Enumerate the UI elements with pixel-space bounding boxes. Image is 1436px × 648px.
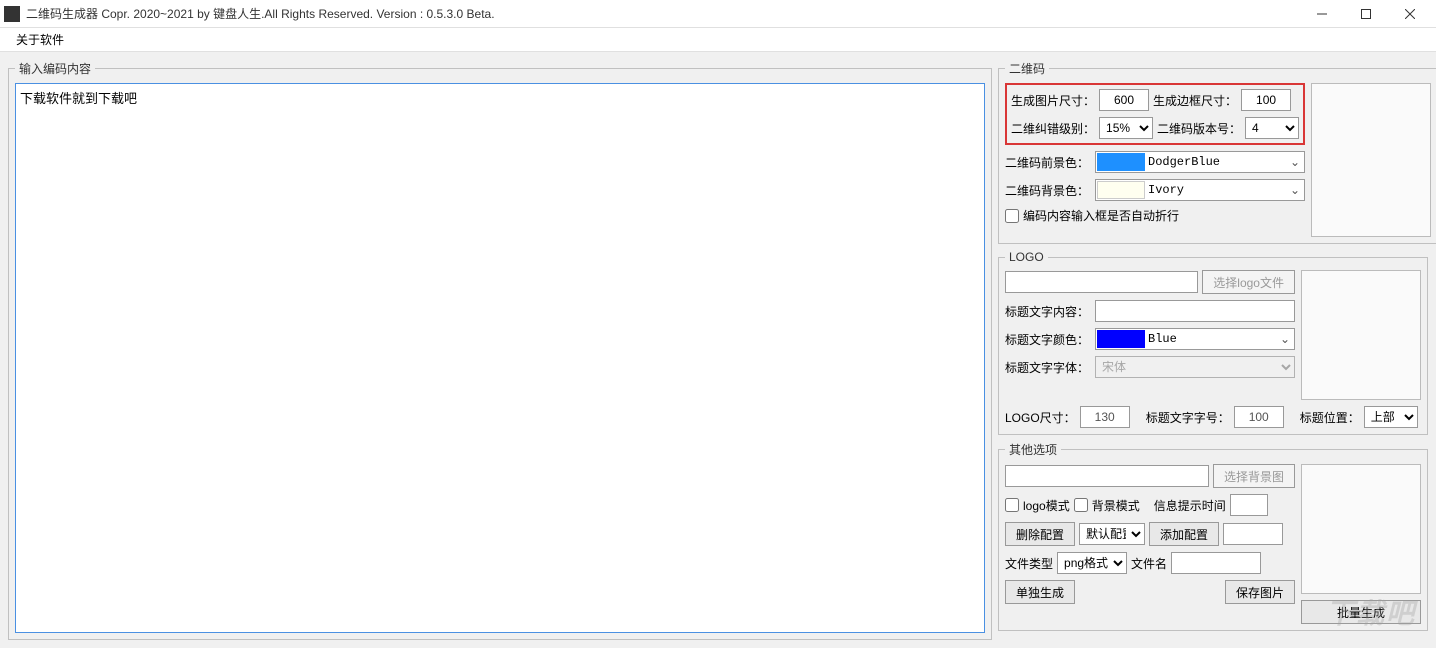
title-font-label: 标题文字字体： (1005, 359, 1091, 376)
title-text-input[interactable] (1095, 300, 1295, 322)
bg-mode-checkbox[interactable] (1074, 498, 1088, 512)
qrcode-preview (1311, 83, 1431, 237)
title-pos-label: 标题位置： (1300, 409, 1360, 426)
wrap-checkbox[interactable] (1005, 209, 1019, 223)
chevron-down-icon: ⌄ (1286, 155, 1304, 169)
menubar: 关于软件 (0, 28, 1436, 52)
qrcode-group: 二维码 生成图片尺寸： 生成边框尺寸： 二维纠错级别： 15% 二维 (998, 60, 1436, 244)
bg-image-path-input[interactable] (1005, 465, 1209, 487)
fg-color-swatch (1097, 153, 1145, 171)
msg-time-label: 信息提示时间 (1154, 497, 1226, 514)
maximize-button[interactable] (1344, 0, 1388, 28)
logo-mode-wrap[interactable]: logo模式 (1005, 497, 1070, 514)
bg-mode-wrap[interactable]: 背景模式 (1074, 497, 1140, 514)
logo-path-input[interactable] (1005, 271, 1198, 293)
title-font-select[interactable]: 宋体 (1095, 356, 1295, 378)
ec-level-select[interactable]: 15% (1099, 117, 1153, 139)
save-image-button[interactable]: 保存图片 (1225, 580, 1295, 604)
bg-color-select[interactable]: Ivory ⌄ (1095, 179, 1305, 201)
border-size-label: 生成边框尺寸： (1153, 92, 1237, 109)
delete-config-button[interactable]: 删除配置 (1005, 522, 1075, 546)
logo-mode-checkbox[interactable] (1005, 498, 1019, 512)
title-color-label: 标题文字颜色： (1005, 331, 1091, 348)
select-bg-button[interactable]: 选择背景图 (1213, 464, 1295, 488)
chevron-down-icon: ⌄ (1286, 183, 1304, 197)
batch-generate-button[interactable]: 批量生成 (1301, 600, 1421, 624)
input-panel: 输入编码内容 (8, 60, 992, 640)
bg-color-swatch (1097, 181, 1145, 199)
window-controls (1300, 0, 1432, 28)
chevron-down-icon: ⌄ (1276, 332, 1294, 346)
bg-color-label: 二维码背景色： (1005, 182, 1091, 199)
file-name-input[interactable] (1171, 552, 1261, 574)
close-button[interactable] (1388, 0, 1432, 28)
title-color-swatch (1097, 330, 1145, 348)
version-label: 二维码版本号： (1157, 120, 1241, 137)
logo-legend: LOGO (1005, 250, 1048, 264)
other-legend: 其他选项 (1005, 441, 1061, 458)
title-pos-select[interactable]: 上部 (1364, 406, 1418, 428)
fg-color-label: 二维码前景色： (1005, 154, 1091, 171)
title-font-size-label: 标题文字字号： (1146, 409, 1230, 426)
file-name-label: 文件名 (1131, 555, 1167, 572)
qrcode-legend: 二维码 (1005, 60, 1049, 77)
logo-preview (1301, 270, 1421, 400)
add-config-button[interactable]: 添加配置 (1149, 522, 1219, 546)
border-size-input[interactable] (1241, 89, 1291, 111)
input-legend: 输入编码内容 (15, 60, 95, 77)
app-icon (4, 6, 20, 22)
highlight-box: 生成图片尺寸： 生成边框尺寸： 二维纠错级别： 15% 二维码版本号： 4 (1005, 83, 1305, 145)
file-type-select[interactable]: png格式 (1057, 552, 1127, 574)
logo-size-input[interactable] (1080, 406, 1130, 428)
titlebar: 二维码生成器 Copr. 2020~2021 by 键盘人生.All Right… (0, 0, 1436, 28)
version-select[interactable]: 4 (1245, 117, 1299, 139)
encode-content-textarea[interactable] (15, 83, 985, 633)
single-generate-button[interactable]: 单独生成 (1005, 580, 1075, 604)
fg-color-select[interactable]: DodgerBlue ⌄ (1095, 151, 1305, 173)
logo-group: LOGO 选择logo文件 标题文字内容： 标题文字颜色： (998, 250, 1428, 435)
msg-time-input[interactable] (1230, 494, 1268, 516)
default-config-select[interactable]: 默认配置 (1079, 523, 1145, 545)
other-preview (1301, 464, 1421, 594)
img-size-label: 生成图片尺寸： (1011, 92, 1095, 109)
minimize-button[interactable] (1300, 0, 1344, 28)
wrap-checkbox-wrap[interactable]: 编码内容输入框是否自动折行 (1005, 207, 1179, 224)
other-group: 其他选项 选择背景图 logo模式 背景模式 (998, 441, 1428, 631)
title-color-select[interactable]: Blue ⌄ (1095, 328, 1295, 350)
title-text-label: 标题文字内容： (1005, 303, 1091, 320)
img-size-input[interactable] (1099, 89, 1149, 111)
menu-about[interactable]: 关于软件 (8, 29, 72, 50)
title-font-size-input[interactable] (1234, 406, 1284, 428)
logo-size-label: LOGO尺寸： (1005, 409, 1076, 426)
config-name-input[interactable] (1223, 523, 1283, 545)
ec-level-label: 二维纠错级别： (1011, 120, 1095, 137)
select-logo-button[interactable]: 选择logo文件 (1202, 270, 1295, 294)
file-type-label: 文件类型 (1005, 555, 1053, 572)
window-title: 二维码生成器 Copr. 2020~2021 by 键盘人生.All Right… (26, 5, 1300, 22)
